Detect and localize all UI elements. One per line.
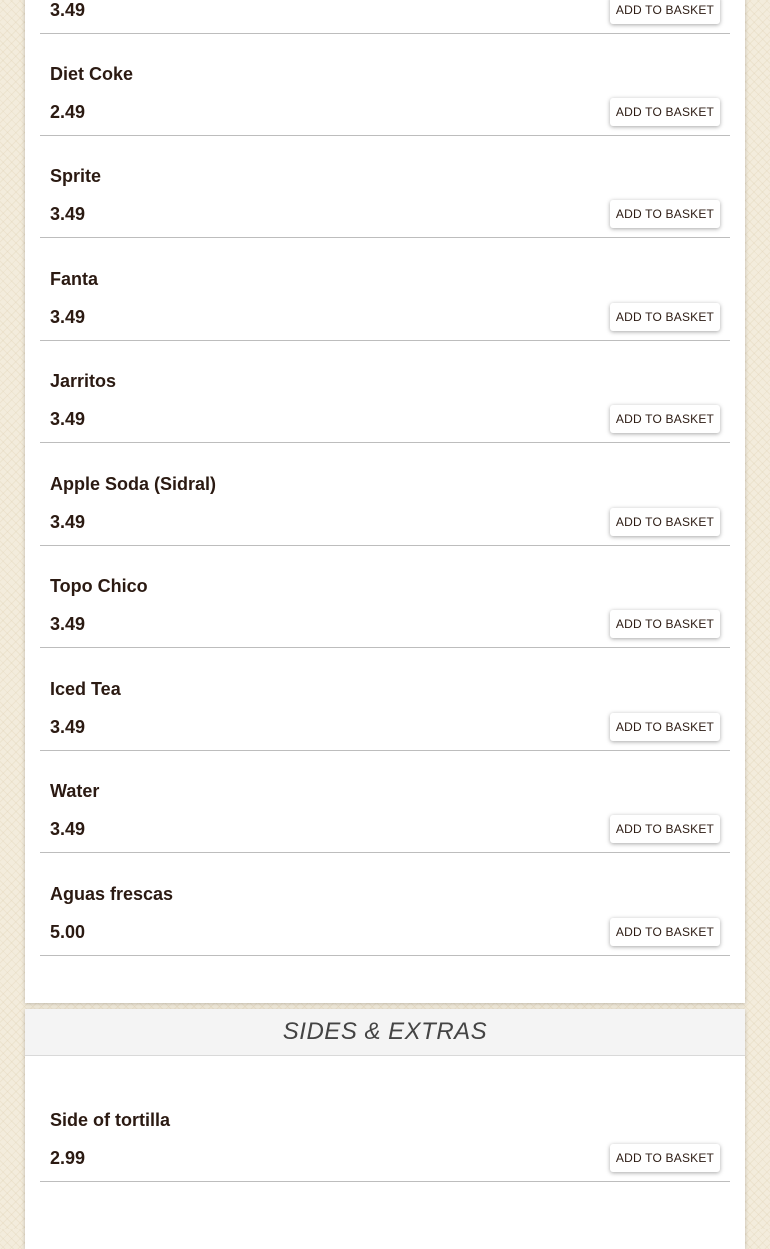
item-price: 3.49 — [50, 204, 86, 224]
menu-item: Iced Tea 3.49 ADD TO BASKET — [40, 649, 730, 751]
add-to-basket-button[interactable]: ADD TO BASKET — [610, 1144, 720, 1172]
section-header: SIDES & EXTRAS — [25, 1009, 745, 1056]
add-to-basket-button[interactable]: ADD TO BASKET — [610, 713, 720, 741]
item-price: 3.49 — [50, 307, 86, 327]
menu-item: Sprite 3.49 ADD TO BASKET — [40, 136, 730, 238]
add-to-basket-button[interactable]: ADD TO BASKET — [610, 508, 720, 536]
item-name: Aguas frescas — [50, 884, 174, 904]
item-name: Sprite — [50, 166, 102, 186]
menu-item: Fanta 3.49 ADD TO BASKET — [40, 239, 730, 341]
section-title: SIDES & EXTRAS — [282, 1018, 488, 1045]
item-price: 3.49 — [50, 0, 86, 20]
add-to-basket-button[interactable]: ADD TO BASKET — [610, 0, 720, 24]
menu-item: Diet Coke 2.49 ADD TO BASKET — [40, 34, 730, 136]
add-to-basket-button[interactable]: ADD TO BASKET — [610, 815, 720, 843]
drinks-menu-card: 3.49 ADD TO BASKET Diet Coke 2.49 ADD TO… — [25, 0, 745, 1003]
item-price: 3.49 — [50, 409, 86, 429]
add-to-basket-button[interactable]: ADD TO BASKET — [610, 610, 720, 638]
menu-item: Topo Chico 3.49 ADD TO BASKET — [40, 546, 730, 648]
item-price: 2.99 — [50, 1148, 86, 1168]
sides-menu-card: SIDES & EXTRAS Side of tortilla 2.99 ADD… — [25, 1009, 745, 1249]
menu-item: Aguas frescas 5.00 ADD TO BASKET — [40, 854, 730, 956]
item-price: 3.49 — [50, 512, 86, 532]
item-price: 2.49 — [50, 102, 86, 122]
item-name: Diet Coke — [50, 64, 134, 84]
item-name: Apple Soda (Sidral) — [50, 474, 217, 494]
item-price: 3.49 — [50, 819, 86, 839]
add-to-basket-button[interactable]: ADD TO BASKET — [610, 405, 720, 433]
item-price: 5.00 — [50, 922, 86, 942]
item-price: 3.49 — [50, 614, 86, 634]
item-price: 3.49 — [50, 717, 86, 737]
item-name: Fanta — [50, 269, 99, 289]
add-to-basket-button[interactable]: ADD TO BASKET — [610, 200, 720, 228]
menu-item: Side of tortilla 2.99 ADD TO BASKET — [40, 1080, 730, 1182]
item-name: Side of tortilla — [50, 1110, 171, 1130]
add-to-basket-button[interactable]: ADD TO BASKET — [610, 918, 720, 946]
item-name: Water — [50, 781, 100, 801]
add-to-basket-button[interactable]: ADD TO BASKET — [610, 98, 720, 126]
menu-item: Water 3.49 ADD TO BASKET — [40, 751, 730, 853]
add-to-basket-button[interactable]: ADD TO BASKET — [610, 303, 720, 331]
menu-item: Apple Soda (Sidral) 3.49 ADD TO BASKET — [40, 444, 730, 546]
menu-item: Jarritos 3.49 ADD TO BASKET — [40, 341, 730, 443]
menu-item: 3.49 ADD TO BASKET — [40, 0, 730, 34]
item-name: Jarritos — [50, 371, 117, 391]
item-name: Iced Tea — [50, 679, 121, 699]
item-name: Topo Chico — [50, 576, 148, 596]
